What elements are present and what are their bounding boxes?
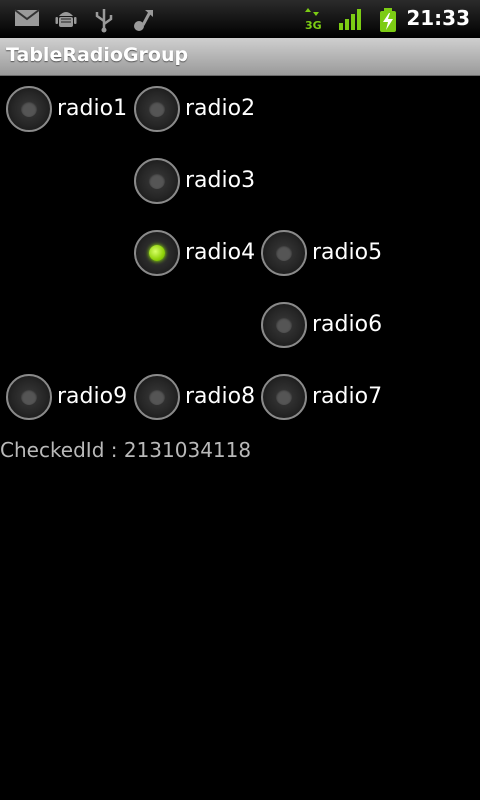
radio-button-1[interactable]	[6, 86, 52, 132]
radio-label-9: radio9	[57, 384, 128, 409]
status-bar: 3G 21:33	[0, 0, 480, 38]
radio-label-1: radio1	[57, 96, 128, 121]
radio-button-7[interactable]	[261, 374, 307, 420]
radio-button-3[interactable]	[134, 158, 180, 204]
signal-strength-icon	[339, 9, 361, 30]
usb-icon	[95, 9, 113, 33]
android-debug-icon	[55, 12, 77, 27]
3g-data-icon: 3G	[305, 8, 322, 31]
music-share-icon	[134, 10, 153, 31]
radio-label-7: radio7	[312, 384, 383, 409]
app-title: TableRadioGroup	[6, 44, 189, 66]
radio-label-6: radio6	[312, 312, 383, 337]
radio-label-5: radio5	[312, 240, 383, 265]
radio-label-8: radio8	[185, 384, 256, 409]
title-bar: TableRadioGroup	[0, 38, 480, 76]
battery-charging-icon	[380, 8, 396, 32]
radio-button-5[interactable]	[261, 230, 307, 276]
radio-button-8[interactable]	[134, 374, 180, 420]
radio-label-3: radio3	[185, 168, 256, 193]
gmail-icon	[14, 9, 40, 26]
radio-button-6[interactable]	[261, 302, 307, 348]
checked-id-text: CheckedId : 2131034118	[0, 438, 252, 462]
radio-label-2: radio2	[185, 96, 256, 121]
radio-button-4[interactable]	[134, 230, 180, 276]
radio-label-4: radio4	[185, 240, 256, 265]
radio-button-2[interactable]	[134, 86, 180, 132]
svg-text:3G: 3G	[305, 19, 322, 31]
status-clock: 21:33	[406, 6, 470, 30]
radio-button-9[interactable]	[6, 374, 52, 420]
